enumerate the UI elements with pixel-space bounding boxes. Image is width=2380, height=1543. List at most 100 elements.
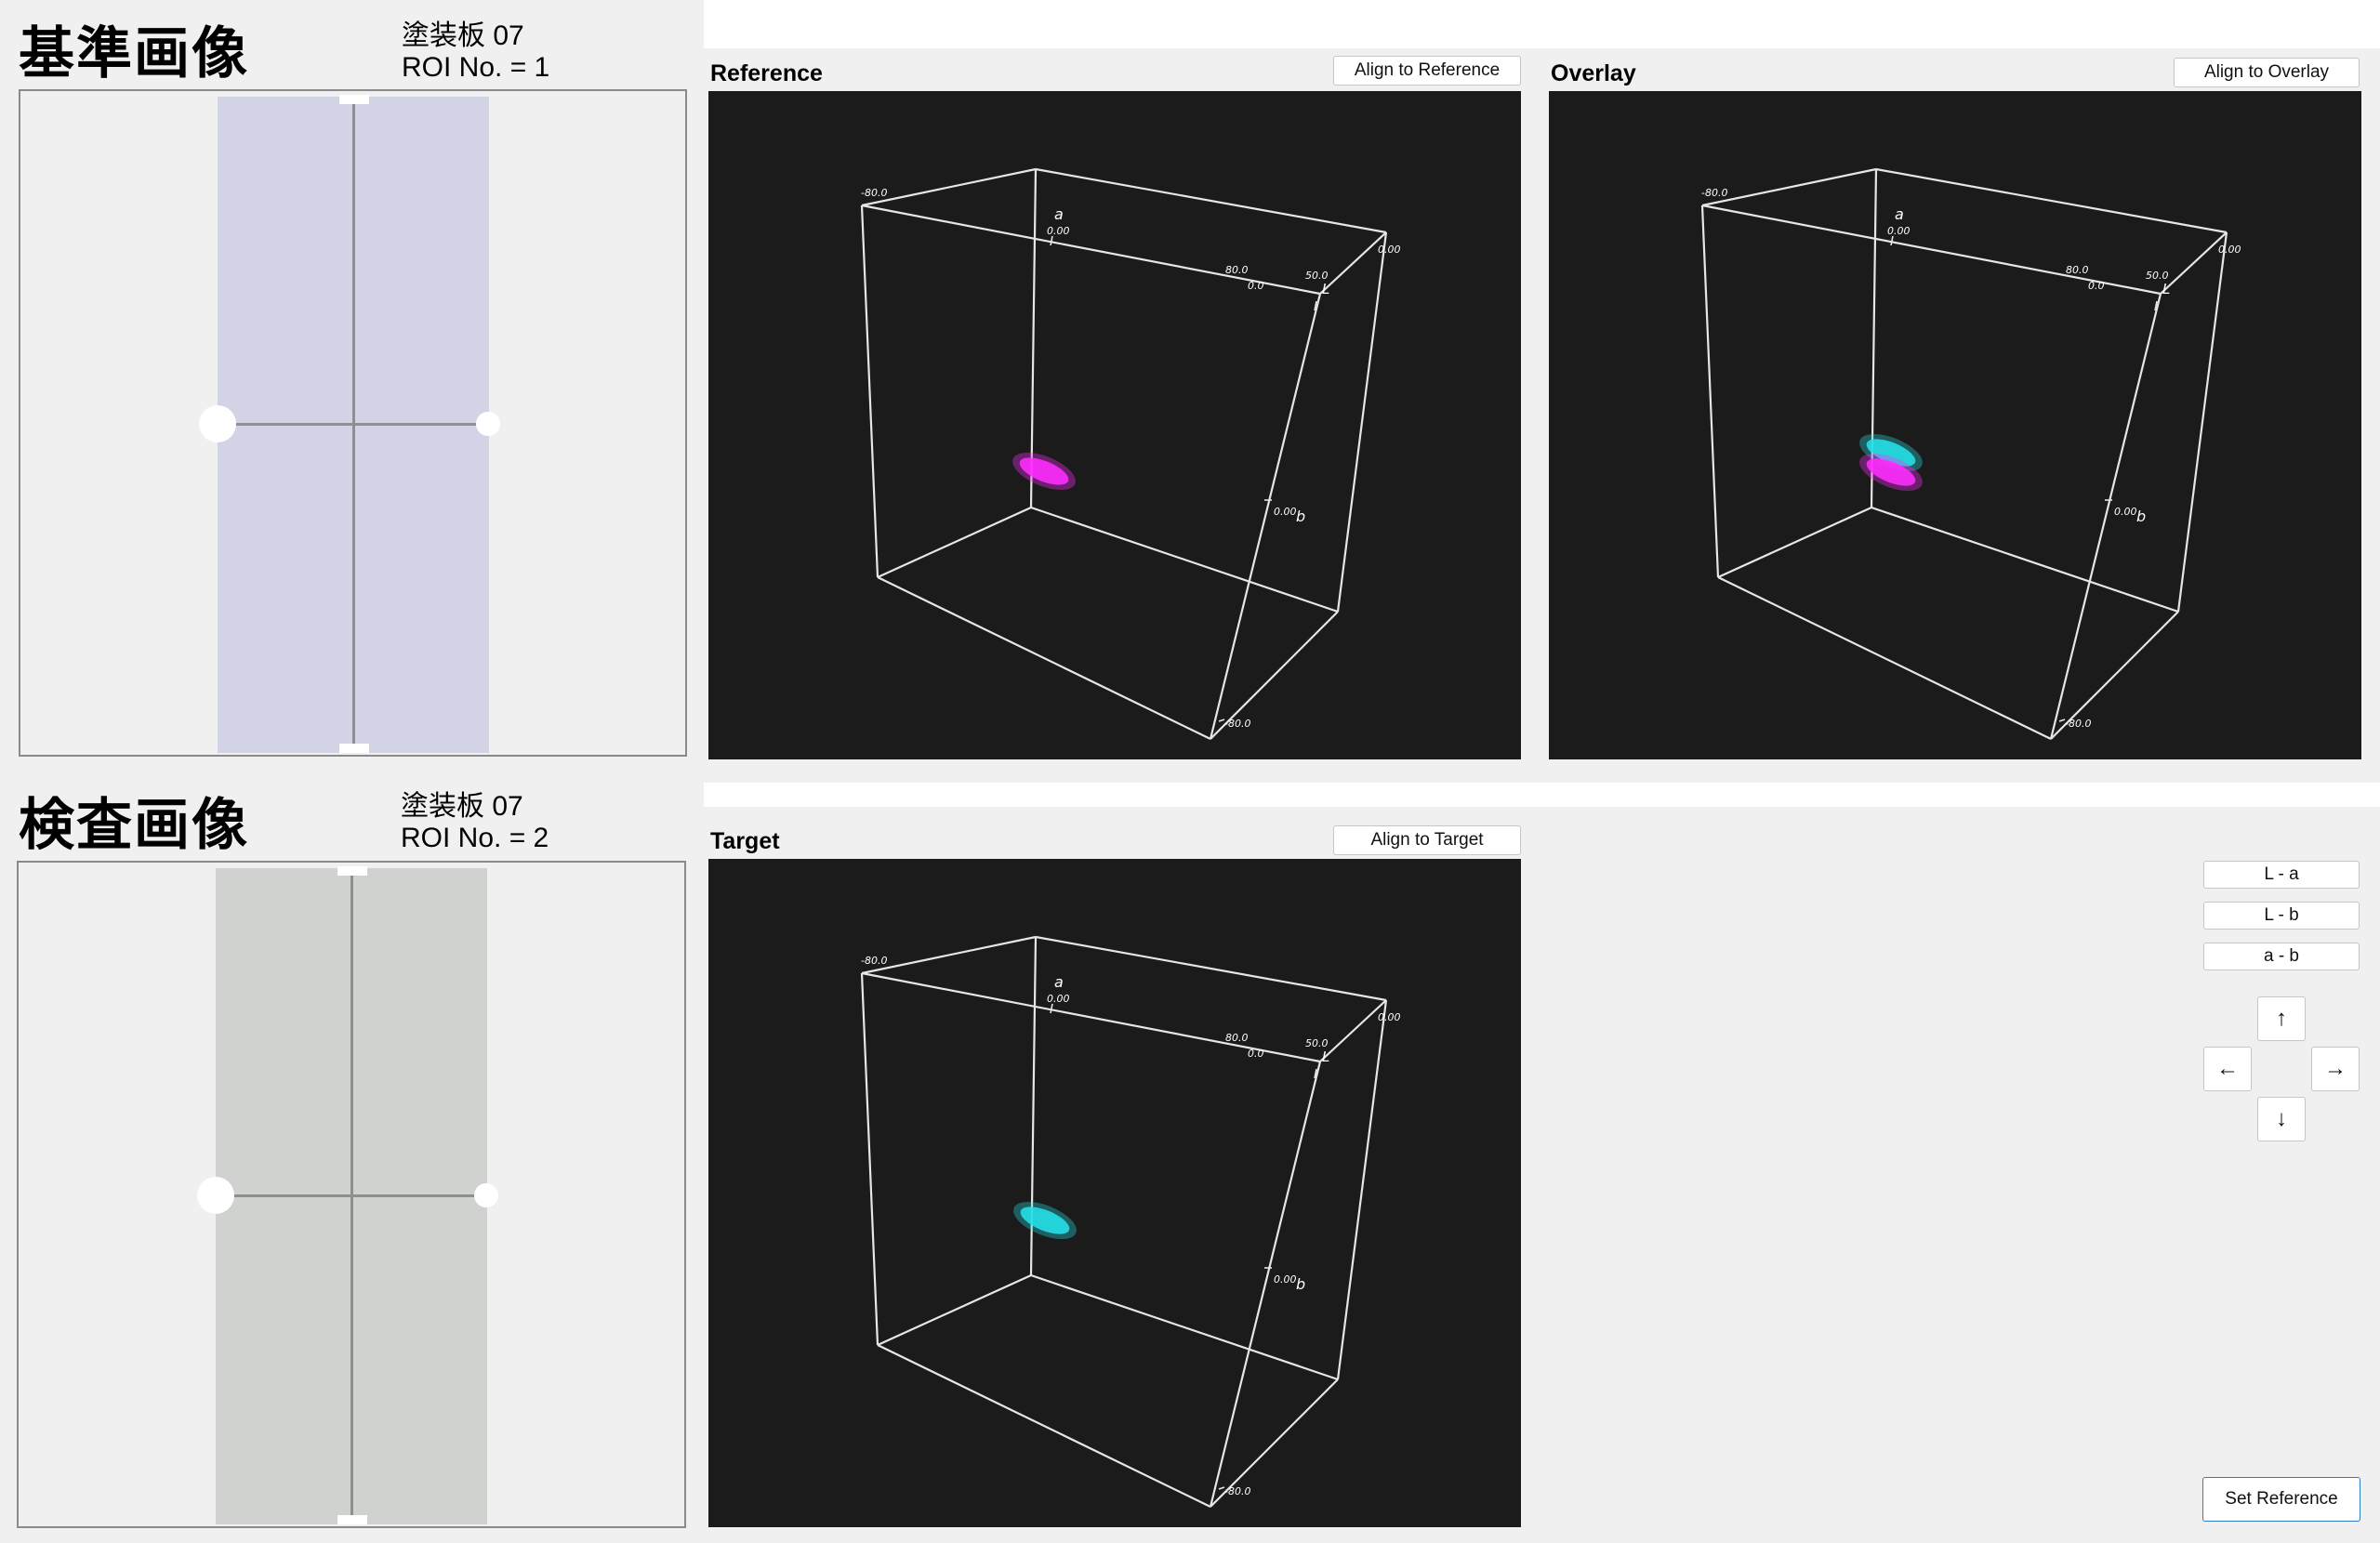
- axis-box-edge: [1701, 167, 1877, 207]
- view-l-b-button[interactable]: L - b: [2203, 902, 2360, 930]
- a-axis-tick: [1050, 235, 1053, 246]
- overlay-plot-title: Overlay: [1551, 60, 1636, 86]
- b-tick-min-label: -80.0: [2065, 718, 2091, 730]
- roi-right-handle[interactable]: [474, 1183, 498, 1207]
- axis-box-edge: [860, 204, 879, 578]
- reference-plot-canvas[interactable]: -80.0a0.0080.00.050.0L0.000.00 b-80.0: [708, 91, 1521, 759]
- overlay-plot-panel: Overlay Align to Overlay -80.0 a 0.00 80.0 0…: [1549, 48, 2361, 759]
- top-strip: [704, 0, 2380, 48]
- l-tick-max-label: 0.00: [1378, 244, 1401, 256]
- align-to-overlay-button[interactable]: Align to Overlay: [2174, 58, 2360, 87]
- target-panel-name: 塗装板 07: [401, 791, 523, 822]
- color-clusters: [1013, 1201, 1077, 1240]
- a-axis-tick: [1050, 1003, 1053, 1014]
- target-plot-panel: Target Align to Target -80.0 a 0.00 80.0 0.0…: [708, 816, 1521, 1527]
- overlay-3d-plot[interactable]: -80.0 a 0.00 80.0 0.0 50.0 L 0.00 0.00 b -80.0: [1549, 91, 2361, 759]
- l-tick-max-label: 0.00: [2218, 244, 2241, 256]
- a-tick-zero-label: 0.00: [1047, 993, 1070, 1005]
- axis-box-edge: [1319, 999, 1387, 1062]
- roi-top-handle[interactable]: [337, 866, 367, 876]
- axis-box-edge: [877, 1344, 1211, 1508]
- axis-box-edge: [1035, 167, 1387, 234]
- set-reference-button[interactable]: Set Reference: [2202, 1477, 2360, 1522]
- l-axis-label: L: [1322, 1048, 1329, 1065]
- l-tick-min-label: 0.0: [2088, 280, 2105, 292]
- b-tick-zero-label: 0.00: [1274, 506, 1297, 518]
- align-to-target-button[interactable]: Align to Target: [1333, 825, 1521, 855]
- roi-left-handle[interactable]: [197, 1177, 234, 1214]
- a-tick-max-label: 80.0: [1225, 1032, 1249, 1044]
- axis-box-edge: [2176, 231, 2228, 613]
- axis-box-edge: [1717, 576, 2052, 740]
- rotate-left-button[interactable]: ←: [2203, 1047, 2252, 1091]
- l-tick-max-label: 0.00: [1378, 1011, 1401, 1023]
- l-axis-label: L: [2162, 281, 2170, 297]
- axis-box-edge: [877, 1273, 1032, 1347]
- b-axis-label: b: [1296, 1275, 1305, 1293]
- b-axis-label: b: [1296, 508, 1305, 525]
- axis-box-edge: [877, 576, 1211, 740]
- a-tick-zero-label: 0.00: [1887, 225, 1911, 237]
- rotate-right-button[interactable]: →: [2311, 1047, 2360, 1091]
- reference-3d-plot[interactable]: -80.0 a 0.00 80.0 0.0 50.0 L 0.00 0.00 b -80.0: [708, 91, 1521, 759]
- l-tick-min-label: 0.0: [1248, 280, 1264, 292]
- view-a-b-button[interactable]: a - b: [2203, 943, 2360, 970]
- a-tick-max-label: 80.0: [1225, 264, 1249, 276]
- reference-panel-name: 塗装板 07: [402, 20, 524, 51]
- l-axis-label: L: [1322, 281, 1329, 297]
- roi-right-handle[interactable]: [476, 412, 500, 436]
- target-image-title: 検査画像: [19, 793, 249, 858]
- a-tick-min-label: -80.0: [861, 187, 887, 199]
- reference-image-title: 基準画像: [19, 21, 249, 86]
- middle-strip: [704, 783, 2380, 807]
- target-plot-canvas[interactable]: -80.0a0.0080.00.050.0L0.000.00 b-80.0: [708, 859, 1521, 1527]
- reference-roi-label: ROI No. = 1: [402, 52, 550, 83]
- reference-plot-title: Reference: [710, 60, 823, 86]
- lab-axis-box: -80.0a0.0080.00.050.0L0.000.00 b-80.0: [1700, 167, 2241, 740]
- a-tick-min-label: -80.0: [861, 955, 887, 967]
- roi-horizontal-line[interactable]: [218, 423, 489, 426]
- axis-box-edge: [860, 972, 879, 1346]
- roi-left-handle[interactable]: [199, 405, 236, 442]
- target-3d-plot[interactable]: -80.0 a 0.00 80.0 0.0 50.0 L 0.00 0.00 b -80.0: [708, 859, 1521, 1527]
- axis-box-edge: [1035, 935, 1387, 1002]
- a-axis-label: a: [1054, 205, 1064, 223]
- roi-bottom-handle[interactable]: [339, 744, 369, 753]
- view-l-a-button[interactable]: L - a: [2203, 861, 2360, 889]
- axis-box-edge: [1336, 999, 1388, 1380]
- axis-box-edge: [1030, 1273, 1339, 1381]
- a-tick-min-label: -80.0: [1701, 187, 1727, 199]
- overlay-plot-canvas[interactable]: -80.0a0.0080.00.050.0L0.000.00 b-80.0: [1549, 91, 2361, 759]
- a-axis-label: a: [1895, 205, 1904, 223]
- reference-plot-header: Reference Align to Reference: [708, 48, 1521, 95]
- l-tick-min-label: 0.0: [1248, 1048, 1264, 1060]
- b-tick-zero-label: 0.00: [1274, 1273, 1297, 1286]
- rotate-down-button[interactable]: ↓: [2257, 1097, 2306, 1141]
- b-tick-zero-label: 0.00: [2114, 506, 2137, 518]
- target-plot-title: Target: [710, 828, 780, 854]
- rotate-up-button[interactable]: ↑: [2257, 996, 2306, 1041]
- lab-axis-box: -80.0a0.0080.00.050.0L0.000.00 b-80.0: [860, 167, 1401, 740]
- axis-box-edge: [1717, 506, 1872, 579]
- overlay-plot-header: Overlay Align to Overlay: [1549, 48, 2361, 95]
- axis-box-edge: [1319, 231, 1387, 295]
- axis-box-edge: [1700, 204, 1720, 578]
- color-clusters: [1012, 452, 1076, 491]
- lab-axis-box: -80.0a0.0080.00.050.0L0.000.00 b-80.0: [860, 935, 1401, 1508]
- b-tick-min-label: -80.0: [1224, 1485, 1250, 1497]
- axis-box-edge: [877, 506, 1032, 579]
- axis-box-edge: [2160, 231, 2228, 295]
- axis-box-edge: [1336, 231, 1388, 613]
- roi-top-handle[interactable]: [339, 95, 369, 104]
- target-image-frame: [17, 861, 686, 1528]
- target-plot-header: Target Align to Target: [708, 816, 1521, 863]
- roi-bottom-handle[interactable]: [337, 1515, 367, 1524]
- a-tick-zero-label: 0.00: [1047, 225, 1070, 237]
- roi-horizontal-line[interactable]: [216, 1194, 487, 1197]
- axis-box-edge: [1875, 167, 2228, 234]
- align-to-reference-button[interactable]: Align to Reference: [1333, 56, 1521, 86]
- target-roi-label: ROI No. = 2: [401, 823, 549, 853]
- a-axis-tick: [1890, 235, 1894, 246]
- color-clusters: [1859, 433, 1923, 492]
- a-axis-label: a: [1054, 973, 1064, 991]
